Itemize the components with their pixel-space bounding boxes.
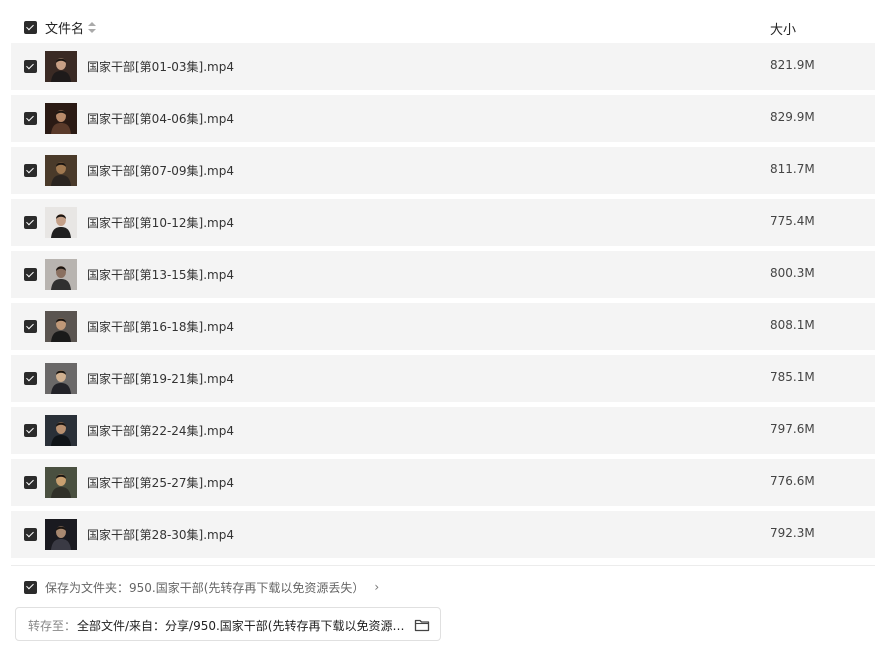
sort-icon[interactable] (88, 22, 97, 33)
video-thumbnail (45, 259, 77, 290)
select-all-checkbox[interactable] (24, 21, 37, 34)
file-size: 797.6M (770, 422, 815, 436)
file-row[interactable]: 国家干部[第13-15集].mp4 800.3M (11, 251, 875, 298)
file-checkbox[interactable] (24, 372, 37, 385)
file-size: 776.6M (770, 474, 815, 488)
file-row[interactable]: 国家干部[第25-27集].mp4 776.6M (11, 459, 875, 506)
file-name: 国家干部[第28-30集].mp4 (87, 528, 234, 542)
file-name: 国家干部[第01-03集].mp4 (87, 60, 234, 74)
name-column-label: 文件名 (45, 22, 85, 37)
file-row[interactable]: 国家干部[第28-30集].mp4 792.3M (11, 511, 875, 558)
video-thumbnail (45, 311, 77, 342)
file-name: 国家干部[第07-09集].mp4 (87, 164, 234, 178)
destination-path: 全部文件/来自：分享/950.国家干部(先转存再下载以免资源丢失） (77, 619, 409, 633)
save-as-folder-label: 保存为文件夹：950.国家干部(先转存再下载以免资源丢失） (45, 580, 365, 595)
file-checkbox[interactable] (24, 424, 37, 437)
file-checkbox[interactable] (24, 268, 37, 281)
save-as-folder-checkbox[interactable] (24, 580, 37, 594)
name-column-header[interactable]: 文件名 (45, 18, 97, 37)
video-thumbnail (45, 415, 77, 446)
video-thumbnail (45, 155, 77, 186)
file-name: 国家干部[第10-12集].mp4 (87, 216, 234, 230)
file-size: 821.9M (770, 58, 815, 72)
video-thumbnail (45, 103, 77, 134)
chevron-right-icon[interactable]: › (374, 580, 379, 594)
video-thumbnail (45, 207, 77, 238)
file-name: 国家干部[第25-27集].mp4 (87, 476, 234, 490)
file-checkbox[interactable] (24, 216, 37, 229)
file-row[interactable]: 国家干部[第19-21集].mp4 785.1M (11, 355, 875, 402)
file-row[interactable]: 国家干部[第22-24集].mp4 797.6M (11, 407, 875, 454)
file-checkbox[interactable] (24, 476, 37, 489)
file-checkbox[interactable] (24, 528, 37, 541)
save-as-folder-option[interactable]: 保存为文件夹：950.国家干部(先转存再下载以免资源丢失） › (24, 578, 379, 596)
file-row[interactable]: 国家干部[第04-06集].mp4 829.9M (11, 95, 875, 142)
file-size: 811.7M (770, 162, 815, 176)
file-checkbox[interactable] (24, 112, 37, 125)
destination-selector[interactable]: 转存至： 全部文件/来自：分享/950.国家干部(先转存再下载以免资源丢失） (15, 607, 441, 641)
file-size: 792.3M (770, 526, 815, 540)
file-name: 国家干部[第22-24集].mp4 (87, 424, 234, 438)
divider (11, 565, 875, 566)
file-row[interactable]: 国家干部[第07-09集].mp4 811.7M (11, 147, 875, 194)
file-name: 国家干部[第16-18集].mp4 (87, 320, 234, 334)
file-row[interactable]: 国家干部[第01-03集].mp4 821.9M (11, 43, 875, 90)
video-thumbnail (45, 467, 77, 498)
file-checkbox[interactable] (24, 60, 37, 73)
file-checkbox[interactable] (24, 320, 37, 333)
file-row[interactable]: 国家干部[第16-18集].mp4 808.1M (11, 303, 875, 350)
file-name: 国家干部[第04-06集].mp4 (87, 112, 234, 126)
file-size: 785.1M (770, 370, 815, 384)
file-row[interactable]: 国家干部[第10-12集].mp4 775.4M (11, 199, 875, 246)
file-name: 国家干部[第19-21集].mp4 (87, 372, 234, 386)
video-thumbnail (45, 363, 77, 394)
file-name: 国家干部[第13-15集].mp4 (87, 268, 234, 282)
folder-icon[interactable] (414, 617, 430, 632)
file-list: 国家干部[第01-03集].mp4 821.9M 国家干部[第04-06集].m… (11, 43, 875, 563)
destination-label: 转存至： (28, 619, 77, 633)
video-thumbnail (45, 519, 77, 550)
size-column-header: 大小 (770, 23, 797, 38)
file-size: 829.9M (770, 110, 815, 124)
file-save-panel: 文件名 大小 国家干部[第01-03集].mp4 821.9M 国家干部[第04… (0, 0, 875, 646)
file-list-header: 文件名 大小 (11, 14, 875, 40)
file-checkbox[interactable] (24, 164, 37, 177)
file-size: 800.3M (770, 266, 815, 280)
file-size: 775.4M (770, 214, 815, 228)
file-size: 808.1M (770, 318, 815, 332)
video-thumbnail (45, 51, 77, 82)
